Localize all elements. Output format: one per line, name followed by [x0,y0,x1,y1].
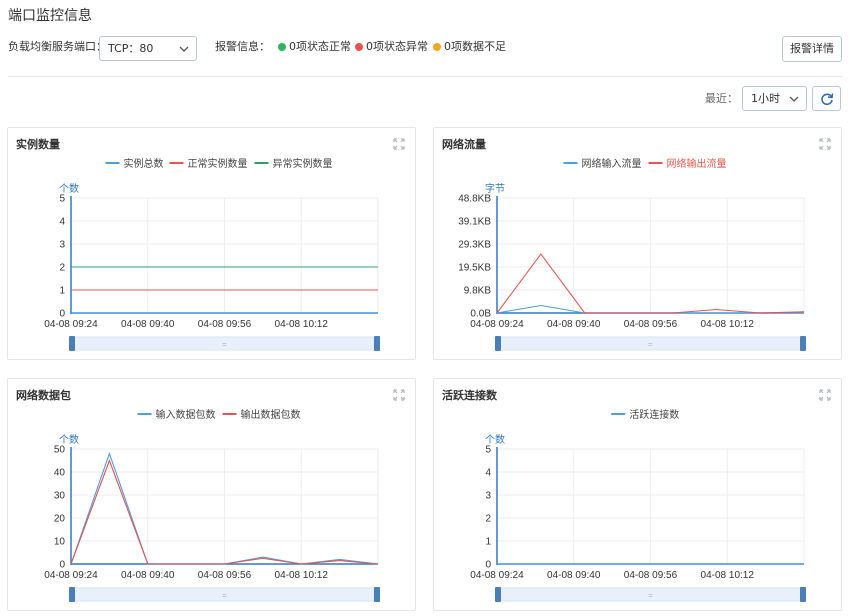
chevron-down-icon [789,96,799,102]
chart-legend: 输入数据包数 输出数据包数 [137,408,301,421]
divider [8,76,842,77]
y-tick-label: 40 [54,468,66,479]
panel-network-packets: 网络数据包 输入数据包数 输出数据包数 个数 0 10 20 30 40 50 04-08 09:… [7,378,416,611]
zoom-grip: = [222,340,227,349]
y-tick-label: 19.5KB [458,263,491,274]
y-tick-label: 2 [59,263,65,274]
y-tick-label: 29.3KB [458,240,491,251]
x-tick-label: 04-08 09:24 [470,319,524,330]
red-dot-icon [355,42,363,51]
chart-legend: 网络输入流量 网络输出流量 [563,157,727,170]
chart-instance-count: 实例总数 正常实例数量 异常实例数量个数01234504-08 09:24 04-08… [44,157,380,351]
legend-label: 活跃连接数 [629,408,679,421]
legend-label: 输出数据包数 [241,408,301,421]
chart-legend: 实例总数 正常实例数量 异常实例数量 [105,157,333,170]
y-tick-label: 3 [485,491,491,502]
x-tick-label: 04-08 10:12 [275,570,329,581]
status-abnormal: 0项状态异常 [355,36,428,58]
port-select-value: TCP：80 [108,42,154,55]
page-title: 端口监控信息 [8,8,92,24]
zoom-handle-right [374,336,380,351]
legend-label: 输入数据包数 [156,408,216,421]
port-label: 负载均衡服务端口： [8,40,107,53]
zoom-handle-left [495,336,501,351]
alarm-label: 报警信息： [215,40,270,53]
chevron-down-icon [179,46,189,52]
green-dot-icon [278,42,286,51]
refresh-icon [820,93,833,106]
y-tick-label: 1 [485,537,491,548]
zoom-grip: = [648,340,653,349]
y-tick-label: 30 [54,491,66,502]
chart-active-connections: 活跃连接数个数01234504-08 09:24 04-08 09:40 04-08… [470,408,806,602]
legend-label: 网络输入流量 [582,157,642,170]
zoom-handle-right [374,587,380,602]
y-tick-label: 50 [54,445,66,456]
y-tick-label: 5 [485,445,491,456]
filter-bar: 负载均衡服务端口： TCP：80 报警信息： 0项状态正常 0项状态异常 0项数… [8,36,842,62]
zoom-handle-left [495,587,501,602]
status-normal: 0项状态正常 [278,36,351,58]
x-tick-label: 04-08 09:24 [44,570,98,581]
zoom-handle-right [800,336,806,351]
y-tick-label: 3 [59,240,65,251]
chart-network-traffic: 网络输入流量 网络输出流量字节0.0B9.8KB19.5KB29.3KB39.1K… [458,157,806,351]
status-insufficient: 0项数据不足 [433,36,506,58]
x-tick-label: 04-08 09:24 [470,570,524,581]
panel-active-connections: 活跃连接数 活跃连接数 个数 0 1 2 3 4 5 04-08 09:24 04-08 09:4… [433,378,842,611]
y-tick-label: 2 [485,514,491,525]
legend-label: 异常实例数量 [273,157,333,170]
y-tick-label: 4 [59,217,65,228]
x-tick-label: 04-08 09:40 [547,570,601,581]
chart-legend: 活跃连接数 [611,408,679,421]
y-tick-label: 0 [485,560,491,571]
port-select[interactable]: TCP：80 [99,36,197,61]
chart-grid [71,448,379,564]
y-tick-label: 0.0B [470,309,491,320]
legend-label: 正常实例数量 [188,157,248,170]
y-tick-label: 20 [54,514,66,525]
range-select[interactable]: 1小时 [742,86,807,111]
y-tick-label: 4 [485,468,491,479]
legend-label: 实例总数 [124,157,164,170]
panel-instance-count: 实例数量 实例总数 正常实例数量 异常实例数量 个数 0 1 2 3 4 5 04-08 09:24… [7,127,416,360]
x-tick-label: 04-08 09:56 [624,319,678,330]
x-tick-label: 04-08 09:40 [121,319,175,330]
range-select-value: 1小时 [751,92,780,105]
x-tick-label: 04-08 09:40 [547,319,601,330]
zoom-handle-right [800,587,806,602]
refresh-button[interactable] [812,86,841,111]
x-tick-label: 04-08 09:40 [121,570,175,581]
legend-label: 网络输出流量 [667,157,727,170]
x-tick-label: 04-08 09:56 [198,319,252,330]
zoom-handle-left [69,336,75,351]
y-tick-label: 0 [59,560,65,571]
x-tick-label: 04-08 09:56 [198,570,252,581]
y-tick-label: 48.8KB [458,194,491,205]
y-tick-label: 10 [54,537,66,548]
x-tick-label: 04-08 09:24 [44,319,98,330]
zoom-grip: = [648,591,653,600]
y-tick-label: 39.1KB [458,217,491,228]
panel-network-traffic: 网络流量 网络输入流量 网络输出流量 字节 0.0B 9.8KB 19.5KB 29.3KB… [433,127,842,360]
x-tick-label: 04-08 10:12 [275,319,329,330]
alarm-detail-button[interactable]: 报警详情 [782,36,842,62]
zoom-grip: = [222,591,227,600]
range-label: 最近： [705,92,738,105]
y-tick-label: 0 [59,309,65,320]
orange-dot-icon [433,42,441,51]
x-tick-label: 04-08 10:12 [701,570,755,581]
y-tick-label: 1 [59,286,65,297]
chart-grid [71,197,379,313]
y-tick-label: 9.8KB [464,286,492,297]
chart-network-packets: 输入数据包数 输出数据包数个数0102030405004-08 09:24 04-0… [44,408,380,602]
chart-grid [497,448,805,564]
x-tick-label: 04-08 10:12 [701,319,755,330]
chart-grid [497,197,805,313]
x-tick-label: 04-08 09:56 [624,570,678,581]
y-tick-label: 5 [59,194,65,205]
zoom-handle-left [69,587,75,602]
